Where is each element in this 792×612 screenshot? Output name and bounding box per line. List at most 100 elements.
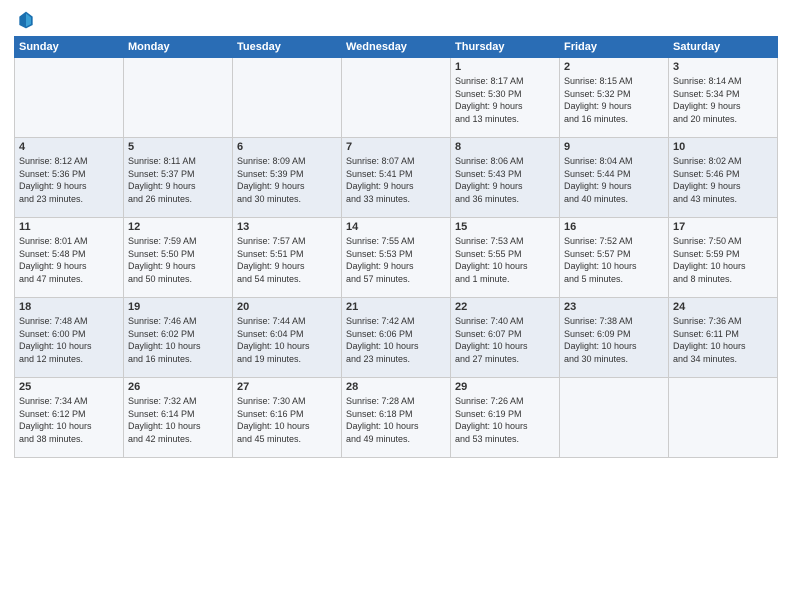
day-info: Sunrise: 7:46 AM Sunset: 6:02 PM Dayligh… [128,315,228,365]
day-number: 28 [346,381,446,393]
day-number: 8 [455,141,555,153]
calendar-cell: 15 Sunrise: 7:53 AM Sunset: 5:55 PM Dayli… [451,218,560,298]
calendar-cell: 12 Sunrise: 7:59 AM Sunset: 5:50 PM Dayli… [124,218,233,298]
day-info: Sunrise: 8:14 AM Sunset: 5:34 PM Dayligh… [673,75,773,125]
calendar-cell [342,58,451,138]
calendar-cell: 2 Sunrise: 8:15 AM Sunset: 5:32 PM Daylig… [560,58,669,138]
calendar-cell: 21 Sunrise: 7:42 AM Sunset: 6:06 PM Dayli… [342,298,451,378]
day-info: Sunrise: 8:17 AM Sunset: 5:30 PM Dayligh… [455,75,555,125]
day-number: 15 [455,221,555,233]
day-number: 27 [237,381,337,393]
day-number: 9 [564,141,664,153]
calendar-cell: 18 Sunrise: 7:48 AM Sunset: 6:00 PM Dayli… [15,298,124,378]
day-number: 18 [19,301,119,313]
calendar-cell [669,378,778,458]
day-number: 17 [673,221,773,233]
calendar-cell: 26 Sunrise: 7:32 AM Sunset: 6:14 PM Dayli… [124,378,233,458]
calendar-cell: 27 Sunrise: 7:30 AM Sunset: 6:16 PM Dayli… [233,378,342,458]
calendar-cell: 14 Sunrise: 7:55 AM Sunset: 5:53 PM Dayli… [342,218,451,298]
day-number: 13 [237,221,337,233]
day-info: Sunrise: 7:55 AM Sunset: 5:53 PM Dayligh… [346,235,446,285]
weekday-header-tuesday: Tuesday [233,37,342,58]
logo-icon [16,10,36,30]
day-info: Sunrise: 8:02 AM Sunset: 5:46 PM Dayligh… [673,155,773,205]
calendar-cell: 20 Sunrise: 7:44 AM Sunset: 6:04 PM Dayli… [233,298,342,378]
weekday-header-thursday: Thursday [451,37,560,58]
day-info: Sunrise: 7:34 AM Sunset: 6:12 PM Dayligh… [19,395,119,445]
day-number: 23 [564,301,664,313]
day-number: 7 [346,141,446,153]
calendar-cell: 7Sunrise: 8:07 AM Sunset: 5:41 PM Daylig… [342,138,451,218]
day-info: Sunrise: 7:36 AM Sunset: 6:11 PM Dayligh… [673,315,773,365]
day-info: Sunrise: 7:30 AM Sunset: 6:16 PM Dayligh… [237,395,337,445]
calendar-cell: 13 Sunrise: 7:57 AM Sunset: 5:51 PM Dayli… [233,218,342,298]
day-info: Sunrise: 7:28 AM Sunset: 6:18 PM Dayligh… [346,395,446,445]
calendar-cell: 17 Sunrise: 7:50 AM Sunset: 5:59 PM Dayli… [669,218,778,298]
day-info: Sunrise: 8:01 AM Sunset: 5:48 PM Dayligh… [19,235,119,285]
day-number: 4 [19,141,119,153]
calendar-week-1: 1 Sunrise: 8:17 AM Sunset: 5:30 PM Daylig… [15,58,778,138]
header [14,10,778,30]
day-info: Sunrise: 8:09 AM Sunset: 5:39 PM Dayligh… [237,155,337,205]
day-info: Sunrise: 7:50 AM Sunset: 5:59 PM Dayligh… [673,235,773,285]
weekday-header-wednesday: Wednesday [342,37,451,58]
day-info: Sunrise: 7:38 AM Sunset: 6:09 PM Dayligh… [564,315,664,365]
day-number: 29 [455,381,555,393]
page: SundayMondayTuesdayWednesdayThursdayFrid… [0,0,792,612]
day-info: Sunrise: 7:53 AM Sunset: 5:55 PM Dayligh… [455,235,555,285]
calendar-cell: 4Sunrise: 8:12 AM Sunset: 5:36 PM Daylig… [15,138,124,218]
calendar-week-4: 18 Sunrise: 7:48 AM Sunset: 6:00 PM Dayli… [15,298,778,378]
calendar-week-2: 4Sunrise: 8:12 AM Sunset: 5:36 PM Daylig… [15,138,778,218]
day-number: 25 [19,381,119,393]
day-info: Sunrise: 7:48 AM Sunset: 6:00 PM Dayligh… [19,315,119,365]
day-info: Sunrise: 7:59 AM Sunset: 5:50 PM Dayligh… [128,235,228,285]
calendar-cell: 10Sunrise: 8:02 AM Sunset: 5:46 PM Dayli… [669,138,778,218]
day-number: 2 [564,61,664,73]
weekday-header-saturday: Saturday [669,37,778,58]
weekday-header-monday: Monday [124,37,233,58]
day-info: Sunrise: 7:26 AM Sunset: 6:19 PM Dayligh… [455,395,555,445]
calendar-cell: 3Sunrise: 8:14 AM Sunset: 5:34 PM Daylig… [669,58,778,138]
calendar-cell [560,378,669,458]
day-info: Sunrise: 8:04 AM Sunset: 5:44 PM Dayligh… [564,155,664,205]
calendar-cell: 11Sunrise: 8:01 AM Sunset: 5:48 PM Dayli… [15,218,124,298]
calendar-cell: 24 Sunrise: 7:36 AM Sunset: 6:11 PM Dayli… [669,298,778,378]
calendar-table: SundayMondayTuesdayWednesdayThursdayFrid… [14,36,778,458]
day-info: Sunrise: 7:44 AM Sunset: 6:04 PM Dayligh… [237,315,337,365]
calendar-cell: 16Sunrise: 7:52 AM Sunset: 5:57 PM Dayli… [560,218,669,298]
day-number: 5 [128,141,228,153]
weekday-header-friday: Friday [560,37,669,58]
calendar-week-5: 25 Sunrise: 7:34 AM Sunset: 6:12 PM Dayli… [15,378,778,458]
day-info: Sunrise: 7:42 AM Sunset: 6:06 PM Dayligh… [346,315,446,365]
calendar-cell [15,58,124,138]
calendar-cell: 29 Sunrise: 7:26 AM Sunset: 6:19 PM Dayli… [451,378,560,458]
day-number: 1 [455,61,555,73]
day-number: 20 [237,301,337,313]
day-info: Sunrise: 8:15 AM Sunset: 5:32 PM Dayligh… [564,75,664,125]
day-number: 21 [346,301,446,313]
day-number: 12 [128,221,228,233]
day-number: 14 [346,221,446,233]
calendar-cell: 23 Sunrise: 7:38 AM Sunset: 6:09 PM Dayli… [560,298,669,378]
day-info: Sunrise: 7:32 AM Sunset: 6:14 PM Dayligh… [128,395,228,445]
day-number: 6 [237,141,337,153]
day-number: 26 [128,381,228,393]
day-info: Sunrise: 7:57 AM Sunset: 5:51 PM Dayligh… [237,235,337,285]
calendar-cell: 22 Sunrise: 7:40 AM Sunset: 6:07 PM Dayli… [451,298,560,378]
calendar-cell [124,58,233,138]
calendar-cell: 5 Sunrise: 8:11 AM Sunset: 5:37 PM Daylig… [124,138,233,218]
day-number: 24 [673,301,773,313]
logo [14,10,40,30]
day-info: Sunrise: 7:40 AM Sunset: 6:07 PM Dayligh… [455,315,555,365]
calendar-cell: 19Sunrise: 7:46 AM Sunset: 6:02 PM Dayli… [124,298,233,378]
calendar-week-3: 11Sunrise: 8:01 AM Sunset: 5:48 PM Dayli… [15,218,778,298]
calendar-cell: 8 Sunrise: 8:06 AM Sunset: 5:43 PM Daylig… [451,138,560,218]
weekday-header-sunday: Sunday [15,37,124,58]
weekday-header-row: SundayMondayTuesdayWednesdayThursdayFrid… [15,37,778,58]
calendar-cell: 25 Sunrise: 7:34 AM Sunset: 6:12 PM Dayli… [15,378,124,458]
day-info: Sunrise: 8:11 AM Sunset: 5:37 PM Dayligh… [128,155,228,205]
day-number: 22 [455,301,555,313]
day-info: Sunrise: 7:52 AM Sunset: 5:57 PM Dayligh… [564,235,664,285]
day-info: Sunrise: 8:06 AM Sunset: 5:43 PM Dayligh… [455,155,555,205]
calendar-cell: 28 Sunrise: 7:28 AM Sunset: 6:18 PM Dayli… [342,378,451,458]
